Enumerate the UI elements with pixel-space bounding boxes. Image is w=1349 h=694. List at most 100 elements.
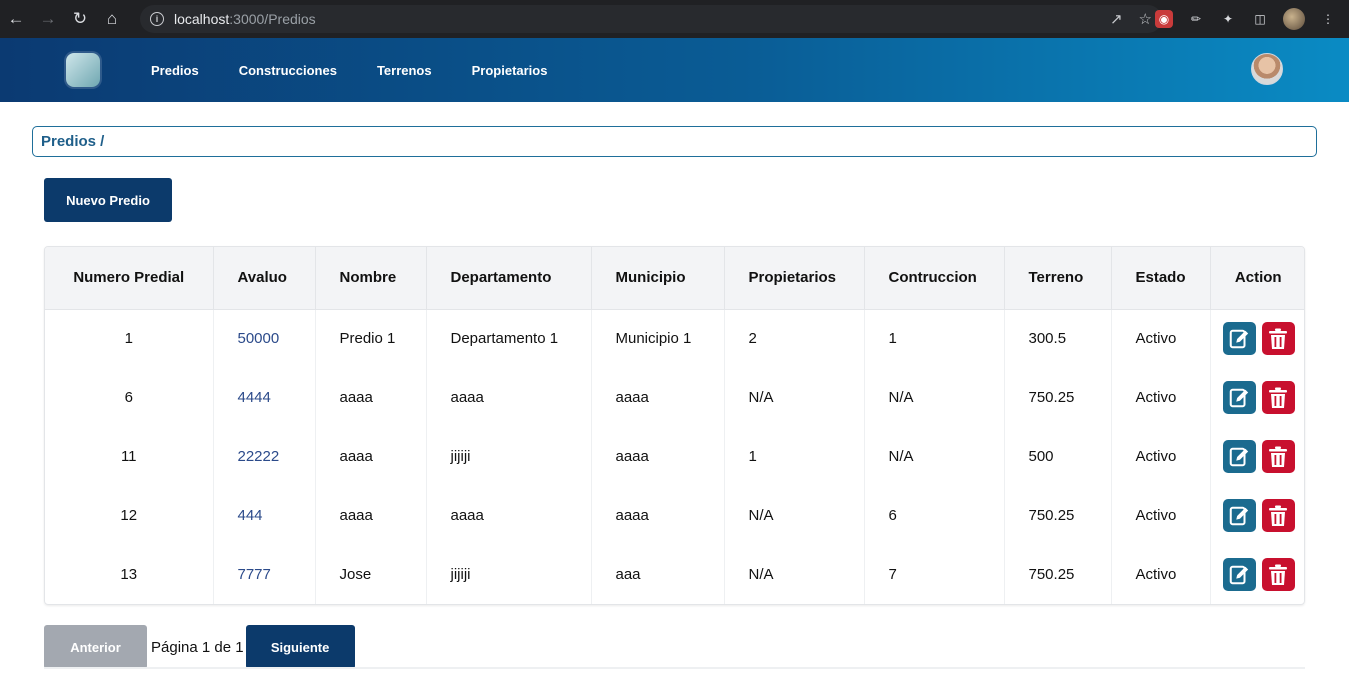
back-icon[interactable]: ←	[0, 0, 32, 38]
edit-button[interactable]	[1222, 381, 1256, 414]
cell-avaluo: 7777	[213, 545, 316, 604]
delete-button[interactable]	[1261, 440, 1295, 473]
edit-icon	[1229, 388, 1249, 407]
cell-departamento: jijiji	[426, 545, 592, 604]
cell-avaluo: 444	[213, 486, 316, 545]
info-icon[interactable]: i	[150, 12, 164, 26]
cell-nombre: aaaa	[315, 368, 427, 427]
cell-estado: Activo	[1111, 545, 1211, 604]
cell-departamento: jijiji	[426, 427, 592, 486]
star-icon[interactable]: ☆	[1139, 10, 1152, 28]
new-predio-button[interactable]: Nuevo Predio	[44, 178, 172, 222]
nav-propietarios[interactable]: Propietarios	[472, 63, 548, 78]
cell-propietarios: 1	[724, 427, 865, 486]
cell-numero-predial: 12	[45, 486, 214, 545]
browser-profile-icon[interactable]	[1283, 8, 1305, 30]
delete-button[interactable]	[1261, 381, 1295, 414]
col-estado: Estado	[1111, 247, 1211, 310]
edit-button[interactable]	[1222, 558, 1256, 591]
cell-avaluo: 50000	[213, 309, 316, 368]
cell-terreno: 750.25	[1004, 486, 1112, 545]
breadcrumb-text[interactable]: Predios /	[41, 133, 104, 150]
table-row: 1 50000 Predio 1 Departamento 1 Municipio 12…	[45, 309, 1304, 368]
edit-button[interactable]	[1222, 440, 1256, 473]
cell-propietarios: N/A	[724, 486, 865, 545]
table-row: 13 7777 Jose jijiji aaa N/A 7 750.25 Activo	[45, 545, 1304, 604]
col-terreno: Terreno	[1004, 247, 1112, 310]
col-action: Action	[1210, 247, 1304, 310]
nav-terrenos[interactable]: Terrenos	[377, 63, 432, 78]
delete-button[interactable]	[1261, 558, 1295, 591]
cell-estado: Activo	[1111, 309, 1211, 368]
url-host: localhost	[174, 11, 230, 27]
more-menu-icon[interactable]: ⋮	[1319, 10, 1337, 28]
extension-red-icon[interactable]: ◉	[1155, 10, 1173, 28]
cell-terreno: 500	[1004, 427, 1112, 486]
user-avatar[interactable]	[1251, 53, 1283, 85]
url-path: :3000/Predios	[229, 11, 316, 27]
page-info: Página 1 de 1	[151, 638, 244, 656]
prev-page-button[interactable]: Anterior	[44, 625, 147, 669]
edit-icon	[1229, 329, 1249, 349]
cell-nombre: Jose	[315, 545, 427, 604]
cell-action	[1210, 427, 1304, 486]
cell-contruccion: 1	[864, 309, 1005, 368]
col-municipio: Municipio	[591, 247, 725, 310]
cell-departamento: aaaa	[426, 368, 592, 427]
cell-terreno: 750.25	[1004, 368, 1112, 427]
cell-contruccion: 7	[864, 545, 1005, 604]
cell-numero-predial: 11	[45, 427, 214, 486]
cell-estado: Activo	[1111, 486, 1211, 545]
col-numero-predial: Numero Predial	[45, 247, 214, 310]
cell-action	[1210, 309, 1304, 368]
side-panel-icon[interactable]: ◫	[1251, 10, 1269, 28]
forward-icon[interactable]: →	[32, 0, 64, 38]
cell-numero-predial: 13	[45, 545, 214, 604]
table-row: 6 4444 aaaa aaaa aaaa N/A N/A 750.25 Activo	[45, 368, 1304, 427]
home-icon[interactable]: ⌂	[96, 0, 128, 38]
cell-municipio: aaa	[591, 545, 725, 604]
nav-predios[interactable]: Predios	[151, 63, 199, 78]
cell-contruccion: N/A	[864, 368, 1005, 427]
cell-estado: Activo	[1111, 427, 1211, 486]
cell-nombre: Predio 1	[315, 309, 427, 368]
cell-municipio: Municipio 1	[591, 309, 725, 368]
cell-municipio: aaaa	[591, 427, 725, 486]
puzzle-icon[interactable]: ✦	[1219, 10, 1237, 28]
cell-municipio: aaaa	[591, 368, 725, 427]
next-page-button[interactable]: Siguiente	[245, 625, 355, 669]
divider	[44, 667, 1305, 669]
share-icon[interactable]: ↗	[1110, 10, 1123, 28]
trash-icon	[1269, 446, 1287, 467]
delete-button[interactable]	[1261, 499, 1295, 532]
nav-construcciones[interactable]: Construcciones	[239, 63, 337, 78]
cell-action	[1210, 368, 1304, 427]
cell-action	[1210, 545, 1304, 604]
reload-icon[interactable]: ↻	[64, 0, 96, 38]
trash-icon	[1269, 387, 1287, 408]
edit-icon	[1229, 506, 1249, 525]
cell-numero-predial: 1	[45, 309, 214, 368]
cell-propietarios: N/A	[724, 545, 865, 604]
app-logo[interactable]	[66, 53, 100, 87]
edit-icon	[1229, 447, 1249, 466]
browser-toolbar: ← → ↻ ⌂ i localhost:3000/Predios ↗ ☆ ◉ ✏…	[0, 0, 1349, 38]
cell-municipio: aaaa	[591, 486, 725, 545]
col-nombre: Nombre	[315, 247, 427, 310]
pen-extension-icon[interactable]: ✏	[1187, 10, 1205, 28]
delete-button[interactable]	[1261, 322, 1295, 356]
cell-nombre: aaaa	[315, 486, 427, 545]
cell-propietarios: 2	[724, 309, 865, 368]
table-row: 11 22222 aaaa jijiji aaaa 1 N/A 500 Activo	[45, 427, 1304, 486]
table-row: 12 444 aaaa aaaa aaaa N/A 6 750.25 Activo	[45, 486, 1304, 545]
breadcrumb: Predios /	[32, 126, 1317, 157]
app-header: Predios Construcciones Terrenos Propieta…	[0, 38, 1349, 102]
cell-contruccion: N/A	[864, 427, 1005, 486]
cell-contruccion: 6	[864, 486, 1005, 545]
cell-departamento: Departamento 1	[426, 309, 592, 368]
address-bar[interactable]: i localhost:3000/Predios ↗ ☆	[140, 5, 1162, 33]
col-departamento: Departamento	[426, 247, 592, 310]
edit-button[interactable]	[1222, 322, 1256, 356]
edit-button[interactable]	[1222, 499, 1256, 532]
cell-nombre: aaaa	[315, 427, 427, 486]
